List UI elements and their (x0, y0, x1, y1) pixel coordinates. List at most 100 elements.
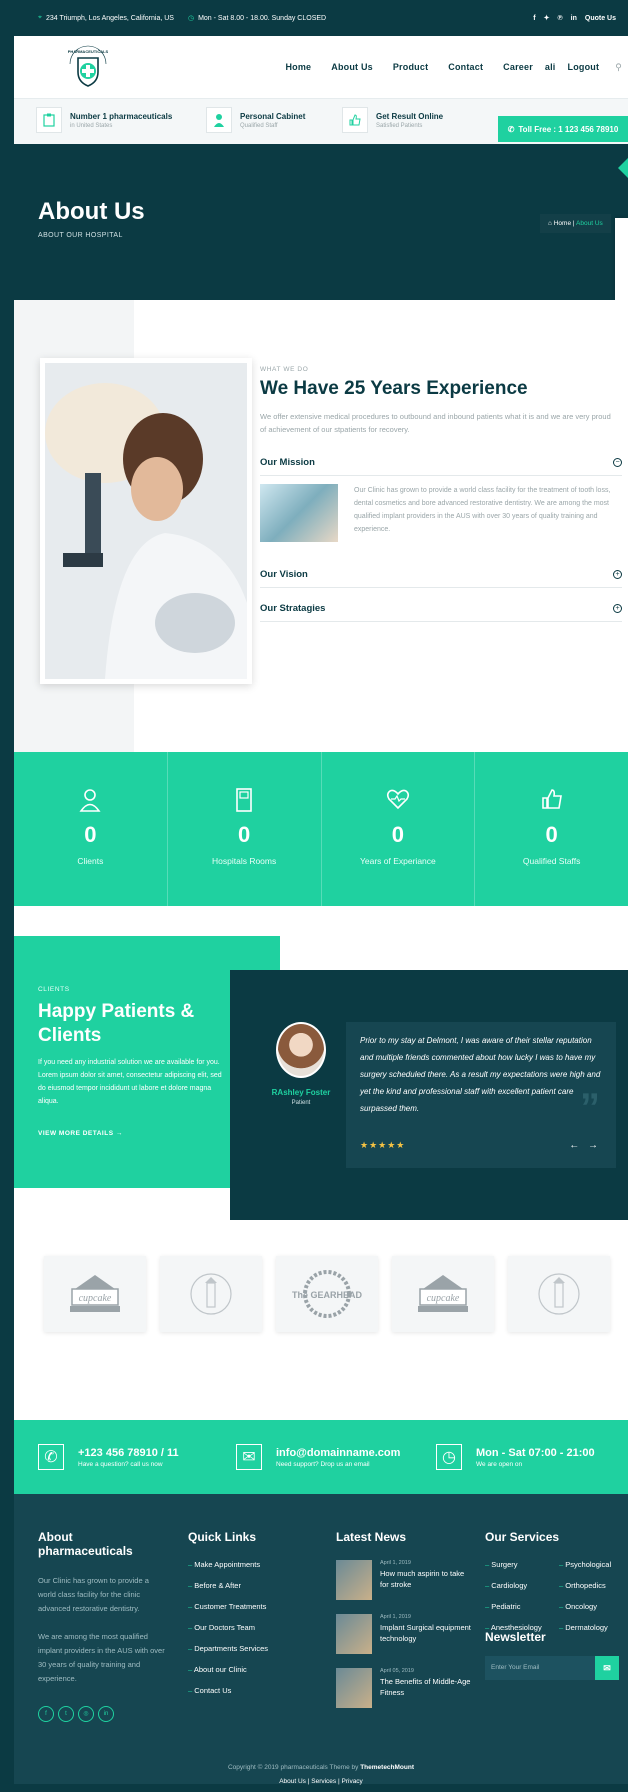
nav-contact[interactable]: Contact (448, 62, 483, 72)
bottom-link-services[interactable]: Services (311, 1778, 336, 1785)
footer-link[interactable]: About our Clinic (188, 1665, 308, 1674)
bottom-link-privacy[interactable]: Privacy (342, 1778, 363, 1785)
info-sub: Satisfied Patients (376, 122, 423, 129)
bottom-link-about[interactable]: About Us (279, 1778, 306, 1785)
nav-about[interactable]: About Us (331, 62, 373, 72)
quote-us-link[interactable]: Quote Us (585, 15, 616, 22)
news-title: The Benefits of Middle-Age Fitness (380, 1677, 471, 1697)
address-text: 234 Triumph, Los Angeles, California, US (45, 14, 174, 22)
twitter-icon[interactable]: ✦ (544, 14, 550, 22)
brand-logo[interactable]: cupcake (392, 1256, 494, 1332)
news-item[interactable]: April 1, 2019 How much aspirin to take fo… (336, 1560, 472, 1600)
info-item-cabinet: Personal Cabinet Qualified Staff (206, 107, 305, 133)
accordion-mission[interactable]: Our Mission − (260, 450, 622, 476)
section-title: We Have 25 Years Experience (260, 378, 528, 399)
news-date: April 05, 2019 (380, 1668, 414, 1674)
instagram-icon[interactable]: ◎ (78, 1706, 94, 1722)
nav-logout[interactable]: Logout (568, 62, 600, 72)
phone-icon: ✆ (507, 124, 515, 134)
view-more-link[interactable]: VIEW MORE DETAILS → (38, 1130, 123, 1137)
nav-career[interactable]: Career (503, 62, 533, 72)
linkedin-icon[interactable]: in (98, 1706, 114, 1722)
accordion-vision[interactable]: Our Vision + (260, 562, 622, 588)
social-links: f ✦ ℗ in Quote Us (533, 14, 616, 23)
linkedin-icon[interactable]: in (571, 15, 577, 22)
news-date: April 1, 2019 (380, 1560, 411, 1566)
brand-logo[interactable] (508, 1256, 610, 1332)
lighthouse-logo (538, 1273, 580, 1315)
contact-email[interactable]: ✉ info@domainname.com Need support? Drop … (236, 1444, 400, 1470)
nav-product[interactable]: Product (393, 62, 428, 72)
news-thumb (336, 1668, 372, 1708)
footer-link[interactable]: Contact Us (188, 1686, 308, 1695)
mission-image (260, 484, 338, 542)
quote-text: Prior to my stay at Delmont, I was aware… (360, 1036, 601, 1113)
footer-link[interactable]: Departments Services (188, 1644, 308, 1653)
service-link[interactable]: Oncology (559, 1602, 628, 1611)
service-link[interactable]: Orthopedics (559, 1581, 628, 1590)
next-arrow-icon[interactable]: → (588, 1140, 598, 1151)
service-link[interactable]: Pediatric (485, 1602, 559, 1611)
nav-user[interactable]: ali (545, 62, 556, 72)
rating-stars: ★★★★★ (360, 1140, 406, 1150)
site-logo[interactable]: PHARMACEUTICALS (60, 44, 116, 90)
newsletter-form: Enter Your Email ✉ (485, 1656, 619, 1680)
brand-logo[interactable]: The GEARHEAD (276, 1256, 378, 1332)
page-subtitle: ABOUT OUR HOSPITAL (38, 232, 123, 239)
expand-icon[interactable]: + (613, 604, 622, 613)
testimonials-title: Happy Patients & Clients (38, 1001, 195, 1046)
thumbs-up-icon (342, 107, 368, 133)
twitter-icon[interactable]: t (58, 1706, 74, 1722)
footer-link[interactable]: Our Doctors Team (188, 1623, 308, 1632)
news-date: April 1, 2019 (380, 1614, 411, 1620)
newsletter: Newsletter Enter Your Email ✉ (485, 1630, 619, 1680)
expand-icon[interactable]: + (613, 570, 622, 579)
footer-link[interactable]: Customer Treatments (188, 1602, 308, 1611)
section-eyebrow: WHAT WE DO (260, 366, 309, 373)
footer-news: Latest News April 1, 2019 How much aspiri… (336, 1530, 472, 1722)
pinterest-icon[interactable]: ℗ (557, 15, 562, 22)
prev-arrow-icon[interactable]: ← (569, 1140, 579, 1151)
brand-logo[interactable]: cupcake (44, 1256, 146, 1332)
news-title: How much aspirin to take for stroke (380, 1569, 465, 1589)
footer-social: f t ◎ in (38, 1706, 168, 1722)
svg-text:PHARMACEUTICALS: PHARMACEUTICALS (68, 49, 109, 54)
main-nav: Home About Us Product Contact Career ali… (265, 36, 622, 98)
service-link[interactable]: Cardiology (485, 1581, 559, 1590)
send-mail-icon[interactable]: ✉ (595, 1656, 619, 1680)
testimonials-eyebrow: CLIENTS (38, 986, 70, 993)
about-section: WHAT WE DO We Have 25 Years Experience W… (14, 300, 628, 752)
accordion-title: Our Stratagies (260, 603, 326, 614)
facebook-icon[interactable]: f (533, 15, 535, 22)
user-icon (14, 788, 167, 812)
service-link[interactable]: Psychological (559, 1560, 628, 1569)
footer-link[interactable]: Before & After (188, 1581, 308, 1590)
news-item[interactable]: April 05, 2019 The Benefits of Middle-Age… (336, 1668, 472, 1708)
toll-free-button[interactable]: ✆ Toll Free : 1 123 456 78910 (498, 116, 628, 142)
search-icon[interactable]: ⚲ (615, 62, 622, 73)
location-icon: ⌖ (38, 14, 42, 21)
footer-heading: Latest News (336, 1530, 407, 1544)
accordion-strategies[interactable]: Our Stratagies + (260, 596, 622, 622)
footer-heading: About pharmaceuticals (38, 1530, 133, 1558)
contact-strip: ✆ +123 456 78910 / 11 Have a question? ca… (14, 1420, 628, 1494)
service-link[interactable]: Surgery (485, 1560, 559, 1569)
info-sub: Qualified Staff (240, 122, 278, 129)
brand-logo[interactable] (160, 1256, 262, 1332)
newsletter-email-input[interactable]: Enter Your Email (485, 1656, 595, 1680)
footer-services: Our Services Surgery Psychological Cardi… (485, 1530, 625, 1632)
footer-quick-links: Quick Links Make Appointments Before & A… (188, 1530, 308, 1707)
nav-home[interactable]: Home (285, 62, 311, 72)
footer-link[interactable]: Make Appointments (188, 1560, 308, 1569)
collapse-icon[interactable]: − (613, 458, 622, 467)
side-widget[interactable] (615, 218, 628, 300)
hours-text: Mon - Sat 8.00 - 18.00. Sunday CLOSED (198, 14, 327, 22)
contact-phone[interactable]: ✆ +123 456 78910 / 11 Have a question? ca… (38, 1444, 179, 1470)
accordion-title: Our Vision (260, 569, 308, 580)
theme-author-link[interactable]: ThemetechMount (360, 1764, 414, 1771)
facebook-icon[interactable]: f (38, 1706, 54, 1722)
breadcrumb-home[interactable]: Home (554, 220, 571, 227)
testimonial-card-panel: RAshley Foster Patient Prior to my stay … (230, 970, 628, 1220)
news-item[interactable]: April 1, 2019 Implant Surgical equipment … (336, 1614, 472, 1654)
footer-about: About pharmaceuticals Our Clinic has gro… (38, 1530, 168, 1722)
